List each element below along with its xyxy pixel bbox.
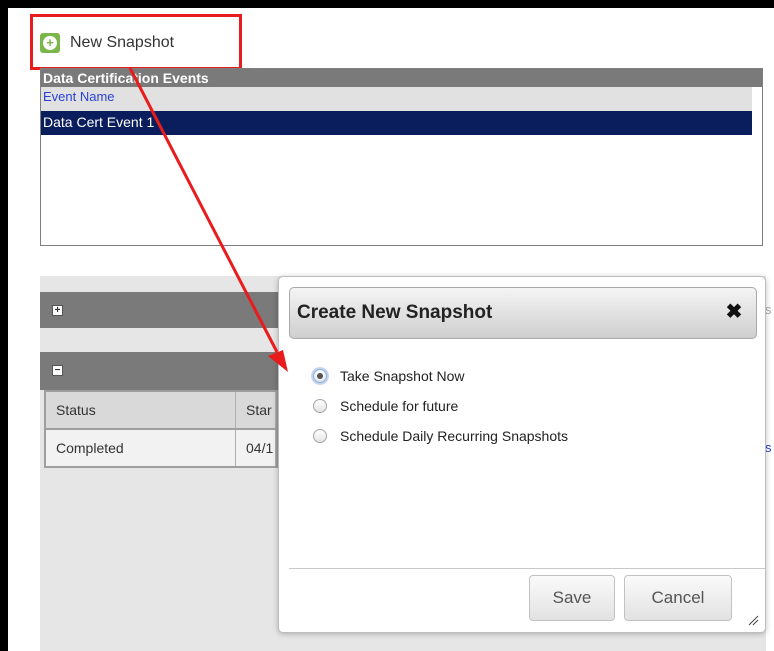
dialog-title-bar[interactable]: Create New Snapshot ✖	[289, 287, 757, 339]
radio-schedule-daily[interactable]	[313, 429, 327, 443]
option-take-snapshot-now[interactable]: Take Snapshot Now	[313, 361, 568, 391]
table-header-row: Status Star	[46, 392, 276, 428]
save-button[interactable]: Save	[529, 575, 615, 621]
option-schedule-future[interactable]: Schedule for future	[313, 391, 568, 421]
collapse-icon[interactable]: −	[52, 365, 63, 376]
option-label: Schedule Daily Recurring Snapshots	[340, 428, 569, 444]
resize-handle-icon[interactable]	[747, 614, 759, 626]
close-icon[interactable]: ✖	[722, 300, 746, 324]
option-label: Schedule for future	[340, 398, 459, 414]
data-certification-events-panel: Data Certification Events Event Name Dat…	[40, 68, 763, 246]
status-cell: Completed	[46, 430, 236, 466]
event-name-column-header[interactable]: Event Name	[41, 87, 752, 111]
event-row[interactable]: Data Cert Event 1	[41, 111, 752, 135]
new-snapshot-label: New Snapshot	[70, 34, 175, 51]
events-panel-title: Data Certification Events	[41, 69, 762, 87]
option-schedule-daily[interactable]: Schedule Daily Recurring Snapshots	[313, 421, 568, 451]
new-snapshot-button[interactable]: + New Snapshot	[40, 28, 174, 58]
start-cell: 04/1	[236, 430, 276, 466]
radio-take-snapshot-now[interactable]	[313, 369, 327, 383]
table-row[interactable]: Completed 04/1	[46, 430, 276, 466]
dialog-footer-divider	[289, 568, 765, 569]
create-snapshot-dialog: Create New Snapshot ✖ Take Snapshot Now …	[278, 276, 766, 633]
start-column-header[interactable]: Star	[236, 392, 276, 428]
radio-schedule-future[interactable]	[313, 399, 327, 413]
dialog-title: Create New Snapshot	[297, 302, 493, 323]
plus-circle-icon: +	[40, 33, 60, 53]
snapshot-options: Take Snapshot Now Schedule for future Sc…	[313, 361, 568, 451]
option-label: Take Snapshot Now	[340, 368, 465, 384]
cancel-button[interactable]: Cancel	[624, 575, 732, 621]
expand-icon[interactable]: +	[52, 305, 63, 316]
status-column-header[interactable]: Status	[46, 392, 236, 428]
